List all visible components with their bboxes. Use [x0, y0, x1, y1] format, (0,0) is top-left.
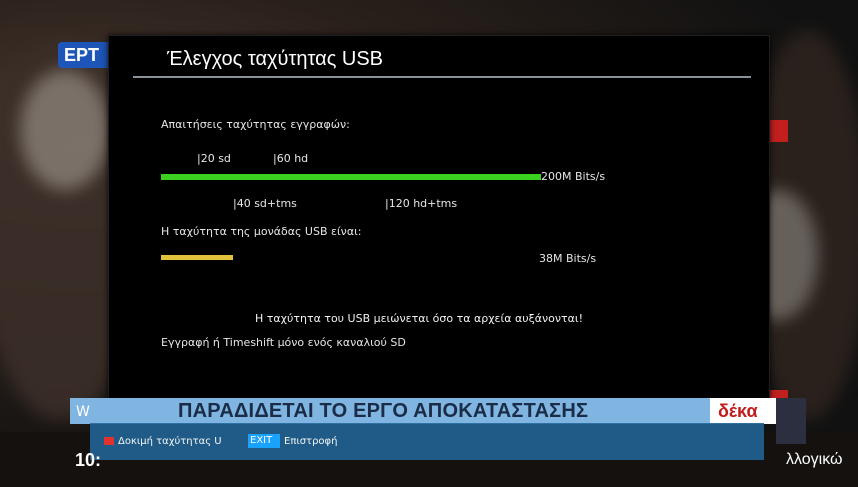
left-beard [20, 70, 110, 190]
recording-limit-line: Εγγραφή ή Timeshift μόνο ενός καναλιού S… [161, 336, 406, 349]
marker-40sd-tms: |40 sd+tms [233, 197, 297, 210]
marker-60hd: |60 hd [273, 152, 309, 165]
channel-logo: ΕΡΤ [58, 42, 112, 68]
red-button-label: Δοκιμή ταχύτητας U [118, 435, 222, 447]
exit-key-icon: EXIT [248, 434, 280, 448]
remote-hints-bar: Δοκιμή ταχύτητας U EXIT Επιστροφή [90, 423, 764, 460]
usb-speed-dialog: Έλεγχος ταχύτητας USB Απαιτήσεις ταχύτητ… [108, 35, 770, 405]
exit-button-hint[interactable]: EXIT Επιστροφή [248, 434, 337, 448]
ticker-left-tag: W [76, 404, 90, 420]
ticker-headline: ΠΑΡΑΔΙΔΕΤΑΙ ΤΟ ΕΡΓΟ ΑΠΟΚΑΤΑΣΤΑΣΗΣ [178, 400, 589, 422]
usb-speed-value: 38M Bits/s [539, 252, 597, 265]
red-button-hint[interactable]: Δοκιμή ταχύτητας U [104, 434, 222, 448]
red-key-icon [104, 437, 114, 445]
usb-speed-label: Η ταχύτητα της μονάδας USB είναι: [161, 225, 362, 238]
usb-warning-line: Η ταχύτητα του USB μειώνεται όσο τα αρχε… [255, 312, 584, 325]
dialog-title: Έλεγχος ταχύτητας USB [167, 48, 384, 70]
news-ticker: W ΠΑΡΑΔΙΔΕΤΑΙ ΤΟ ΕΡΓΟ ΑΠΟΚΑΤΑΣΤΑΣΗΣ [70, 398, 770, 424]
required-speed-bar [161, 174, 541, 180]
marker-20sd: |20 sd [197, 152, 231, 165]
usb-speed-bar [161, 255, 234, 260]
requirements-label: Απαιτήσεις ταχύτητας εγγραφών: [161, 118, 350, 131]
bottom-ticker-text: λλογικώ [786, 451, 843, 468]
channel-brand: δέκα [710, 398, 776, 424]
max-speed-label: 200M Bits/s [541, 170, 606, 183]
exit-action-label: Επιστροφή [284, 435, 338, 447]
bottom-ticker-number: 10: [75, 450, 102, 470]
brand-sidebar [776, 398, 806, 444]
red-accent-top [768, 120, 788, 142]
marker-120hd-tms: |120 hd+tms [385, 197, 458, 210]
title-divider [133, 76, 751, 78]
